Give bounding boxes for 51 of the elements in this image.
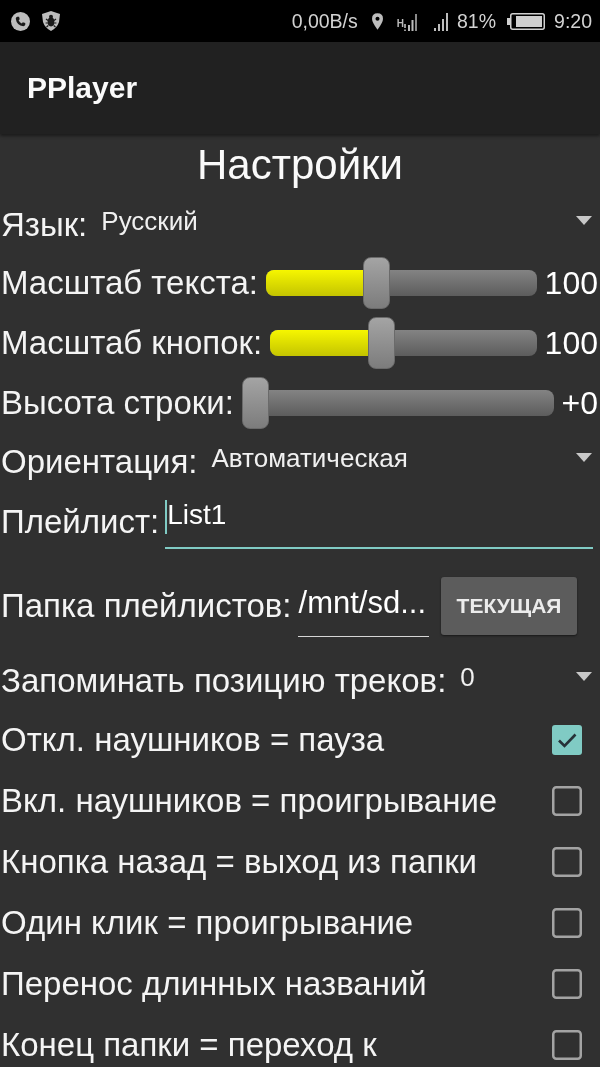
phone-icon	[11, 11, 30, 31]
clock: 9:20	[554, 9, 592, 33]
setting-label: Кнопка назад = выход из папки	[1, 841, 478, 882]
setting-label: Масштаб кнопок:	[1, 323, 263, 363]
caret-icon	[576, 216, 592, 225]
slider-track[interactable]	[266, 257, 537, 309]
setting-label: Откл. наушников = пауза	[1, 719, 385, 760]
network-type: H	[396, 18, 404, 29]
dropdown[interactable]: Русский	[87, 196, 600, 253]
mobile-data-signal-icon	[404, 11, 418, 31]
checkbox[interactable]	[552, 1029, 582, 1060]
slider-value: 100	[544, 324, 598, 362]
bug-shield-icon	[42, 11, 60, 31]
setting-label: Перенос длинных названий	[1, 963, 427, 1004]
battery-percent: 81%	[457, 9, 497, 33]
setting-label: Масштаб текста:	[1, 263, 259, 303]
folder-path-field[interactable]: /mnt/sd...	[297, 577, 429, 637]
signal-strength-icon	[434, 11, 449, 31]
checkbox[interactable]	[552, 785, 582, 816]
setting-label: Вкл. наушников = проигрывание	[1, 780, 498, 821]
slider-thumb[interactable]	[241, 377, 269, 429]
slider-value: 100	[544, 264, 598, 302]
network-speed: 0,00B/s	[291, 9, 358, 33]
setting-label: Высота строки:	[1, 383, 234, 423]
slider-track[interactable]	[270, 317, 537, 369]
caret-icon	[576, 672, 592, 681]
app-title: PPlayer	[27, 71, 138, 105]
page-title: Настройки	[197, 140, 403, 190]
slider-value: +0	[561, 384, 598, 422]
slider-track[interactable]	[241, 377, 554, 429]
setting-label: Плейлист:	[1, 502, 160, 542]
checkbox[interactable]	[552, 846, 582, 877]
text-input-field[interactable]: List1	[165, 495, 593, 549]
battery-icon	[507, 12, 546, 30]
setting-label: Папка плейлистов:	[1, 586, 292, 626]
setting-label: Ориентация:	[1, 441, 198, 482]
dropdown[interactable]: 0	[446, 652, 600, 709]
location-pin-icon	[371, 12, 383, 30]
setting-label: Запоминать позицию треков:	[1, 660, 447, 701]
checkbox[interactable]	[552, 968, 582, 999]
setting-label: Конец папки = переход к	[1, 1024, 377, 1065]
caret-icon	[576, 453, 592, 462]
current-folder-button[interactable]: ТЕКУЩАЯ	[441, 577, 577, 635]
checkbox[interactable]	[552, 907, 582, 938]
slider-thumb[interactable]	[363, 257, 391, 309]
dropdown[interactable]: Автоматическая	[197, 433, 600, 490]
slider-thumb[interactable]	[368, 317, 396, 369]
setting-label: Язык:	[1, 204, 88, 245]
text-cursor-icon	[165, 500, 168, 534]
checkbox[interactable]	[552, 724, 582, 755]
setting-label: Один клик = проигрывание	[1, 902, 414, 943]
